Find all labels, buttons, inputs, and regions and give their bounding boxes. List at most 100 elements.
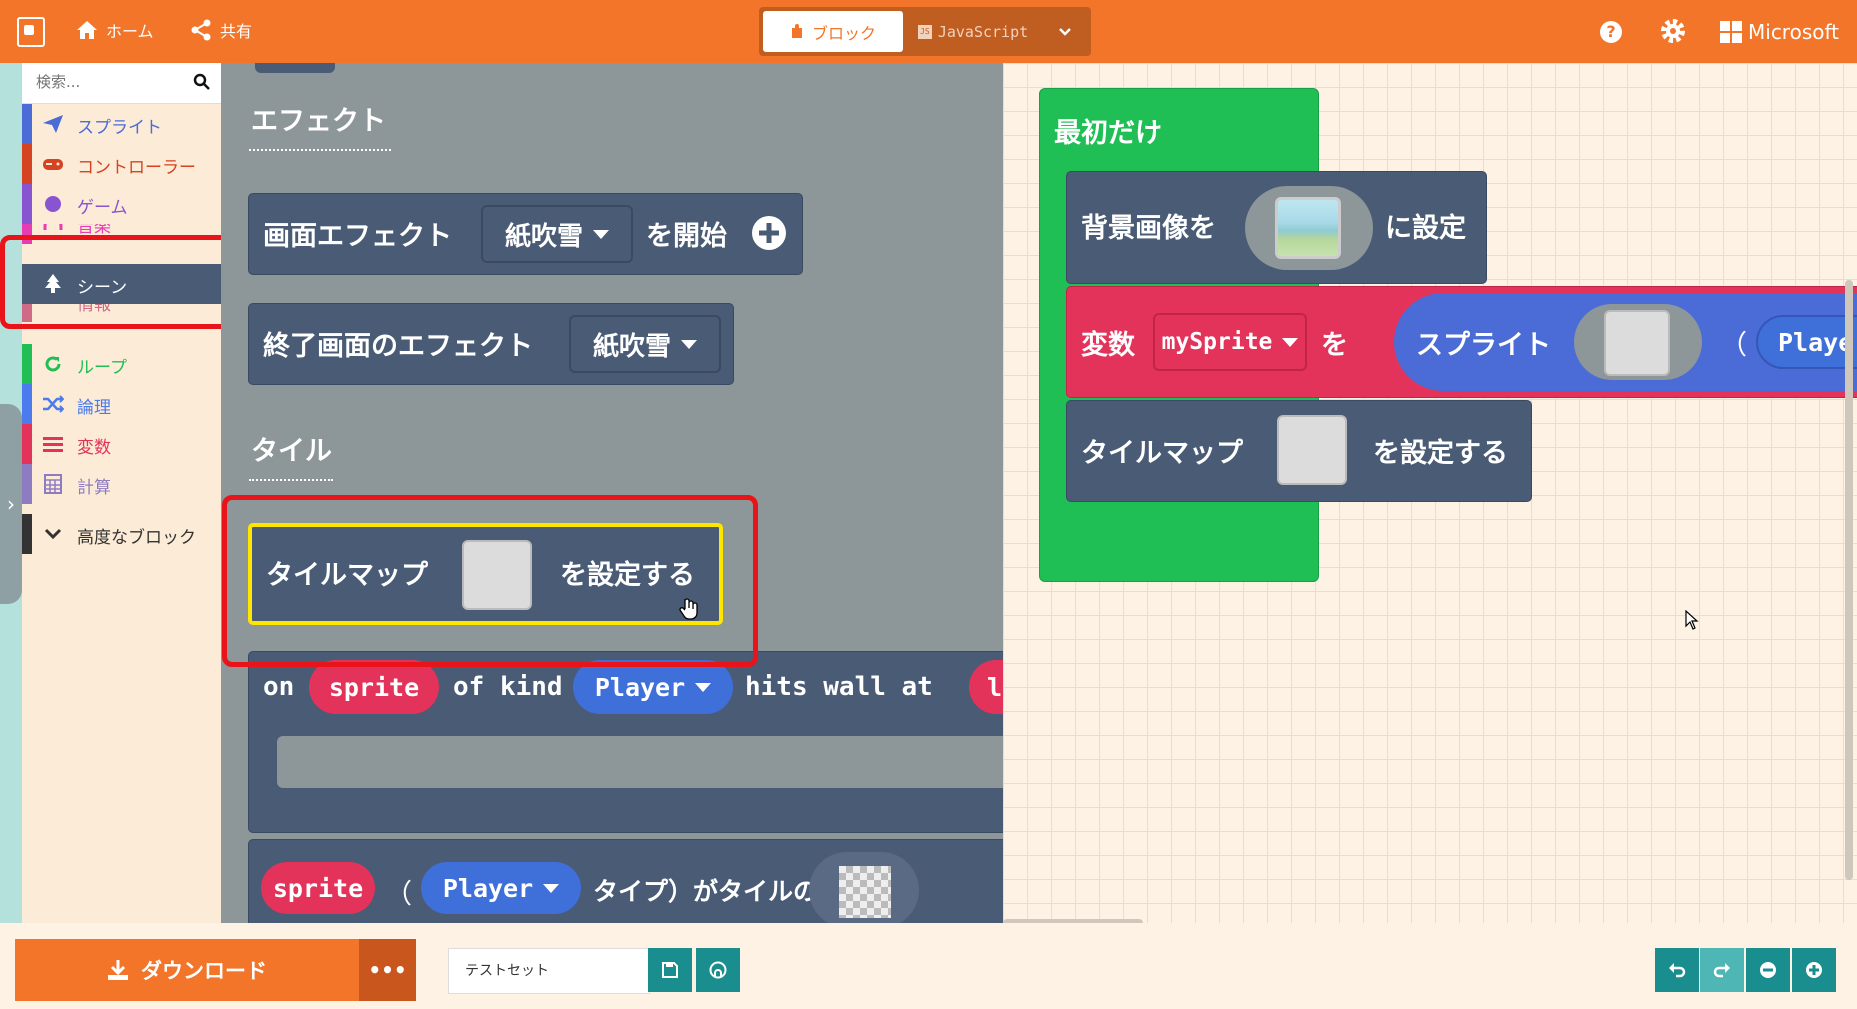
save-button[interactable] bbox=[648, 948, 692, 992]
background-image-slot[interactable] bbox=[1245, 186, 1373, 270]
effect-dropdown[interactable]: 紙吹雪 bbox=[481, 205, 633, 263]
download-icon bbox=[108, 960, 128, 980]
js-icon: JS bbox=[917, 24, 932, 39]
dropdown-arrow-icon bbox=[593, 229, 609, 239]
dropdown-arrow-icon bbox=[681, 339, 697, 349]
shuffle-icon bbox=[43, 395, 64, 413]
undo-button[interactable] bbox=[1655, 948, 1699, 992]
search-icon[interactable] bbox=[193, 73, 211, 91]
chevron-right-icon: › bbox=[7, 492, 15, 516]
chevron-down-icon bbox=[1059, 27, 1071, 36]
kind-dropdown[interactable]: Player bbox=[421, 862, 581, 914]
project-name-field bbox=[448, 948, 650, 994]
end-screen-effect-block[interactable]: 終了画面のエフェクト 紙吹雪 bbox=[248, 303, 734, 385]
help-button[interactable]: ? bbox=[1600, 21, 1622, 43]
background-image-icon bbox=[1275, 197, 1341, 259]
mouse-pointer-icon bbox=[1685, 610, 1699, 630]
refresh-icon bbox=[45, 356, 61, 372]
set-background-image-block[interactable]: 背景画像を に設定 bbox=[1066, 171, 1487, 284]
github-button[interactable] bbox=[696, 948, 740, 992]
block-flyout: エフェクト 画面エフェクト 紙吹雪 を開始 終了画面のエフェクト 紙吹雪 タイル… bbox=[221, 63, 1003, 923]
zoom-out-button[interactable] bbox=[1746, 948, 1790, 992]
vertical-scrollbar[interactable] bbox=[1845, 280, 1853, 880]
create-sprite-block[interactable]: スプライト （ Playe bbox=[1394, 293, 1857, 391]
home-button[interactable]: ホーム bbox=[76, 18, 154, 42]
set-tilemap-block-workspace[interactable]: タイルマップ を設定する bbox=[1066, 400, 1532, 502]
sprite-image-slot[interactable] bbox=[1574, 304, 1702, 380]
statement-slot bbox=[277, 736, 1003, 788]
bottom-bar: ダウンロード ••• bbox=[0, 923, 1857, 1009]
category-advanced[interactable]: 高度なブロック bbox=[22, 514, 221, 554]
kind-dropdown[interactable]: Player bbox=[573, 660, 733, 714]
redo-icon bbox=[1713, 963, 1730, 978]
app-logo[interactable] bbox=[17, 17, 45, 47]
sprite-on-tile-block[interactable]: sprite （ Player タイプ）がタイルの bbox=[248, 839, 1003, 923]
gamepad-icon bbox=[43, 159, 63, 170]
download-button[interactable]: ダウンロード bbox=[15, 939, 359, 1001]
toolbox: スプライト コントローラー ゲーム 音楽 シーン 情報 ループ 論理 変数 bbox=[22, 63, 221, 923]
home-label: ホーム bbox=[106, 22, 154, 41]
sprite-kind-dropdown[interactable]: Playe bbox=[1756, 315, 1857, 369]
chevron-down-icon bbox=[44, 528, 62, 540]
top-bar: ホーム 共有 ブロック JS JavaScript ? Microsoft bbox=[0, 0, 1857, 63]
editor-mode-toggle: ブロック JS JavaScript bbox=[759, 7, 1091, 56]
share-button[interactable]: 共有 bbox=[190, 18, 252, 42]
logo-icon bbox=[24, 25, 34, 35]
category-logic[interactable]: 論理 bbox=[22, 384, 221, 424]
zoom-out-icon bbox=[1760, 962, 1776, 978]
end-effect-dropdown[interactable]: 紙吹雪 bbox=[569, 315, 721, 373]
category-controller[interactable]: コントローラー bbox=[22, 144, 221, 184]
zoom-in-icon bbox=[1806, 962, 1822, 978]
share-label: 共有 bbox=[220, 22, 253, 41]
list-icon bbox=[43, 437, 63, 452]
microsoft-logo[interactable]: Microsoft bbox=[1720, 20, 1839, 44]
language-dropdown[interactable] bbox=[1043, 11, 1087, 52]
screen-effect-block[interactable]: 画面エフェクト 紙吹雪 を開始 bbox=[248, 193, 803, 275]
github-icon bbox=[709, 961, 727, 979]
share-icon bbox=[191, 19, 211, 41]
tiles-heading: タイル bbox=[251, 436, 332, 467]
transparent-tile-icon bbox=[839, 866, 891, 918]
javascript-mode-button[interactable]: JS JavaScript bbox=[909, 11, 1037, 52]
sprite-variable-pill[interactable]: sprite bbox=[261, 862, 375, 914]
undo-icon bbox=[1669, 963, 1686, 978]
category-game[interactable]: ゲーム bbox=[22, 184, 221, 224]
scene-category-highlight bbox=[0, 235, 238, 329]
save-icon bbox=[662, 962, 678, 978]
zoom-in-button[interactable] bbox=[1792, 948, 1836, 992]
location-variable-pill[interactable]: loc bbox=[969, 660, 1003, 714]
blocks-mode-button[interactable]: ブロック bbox=[763, 11, 903, 52]
settings-button[interactable] bbox=[1660, 18, 1686, 48]
add-circle-icon[interactable] bbox=[749, 213, 789, 253]
tilemap-block-highlight bbox=[222, 495, 758, 667]
circle-icon bbox=[45, 196, 61, 212]
variable-name-dropdown[interactable]: mySprite bbox=[1153, 313, 1307, 371]
tilemap-image-slot[interactable] bbox=[1277, 415, 1347, 485]
paper-plane-icon bbox=[43, 115, 63, 133]
dropdown-arrow-icon bbox=[1282, 337, 1299, 347]
simulator-expand-button[interactable]: › bbox=[0, 404, 22, 604]
workspace-canvas[interactable]: 最初だけ 背景画像を に設定 変数 mySprite を スプライト （ Pla… bbox=[1003, 63, 1857, 923]
more-options-button[interactable]: ••• bbox=[359, 939, 416, 1001]
gear-icon bbox=[1661, 19, 1685, 43]
home-icon bbox=[77, 21, 97, 39]
tile-image-slot[interactable] bbox=[809, 852, 919, 923]
calculator-icon bbox=[44, 474, 62, 494]
sprite-variable-pill[interactable]: sprite bbox=[309, 660, 439, 714]
redo-button[interactable] bbox=[1700, 948, 1744, 992]
set-variable-block[interactable]: 変数 mySprite を スプライト （ Playe bbox=[1066, 286, 1857, 398]
dropdown-arrow-icon bbox=[695, 682, 712, 692]
windows-icon bbox=[1720, 21, 1742, 43]
puzzle-icon bbox=[791, 23, 802, 38]
category-loops[interactable]: ループ bbox=[22, 344, 221, 384]
project-name-input[interactable] bbox=[463, 961, 637, 979]
category-math[interactable]: 計算 bbox=[22, 464, 221, 504]
toolbox-search bbox=[22, 63, 221, 104]
category-variables[interactable]: 変数 bbox=[22, 424, 221, 464]
help-icon: ? bbox=[1606, 22, 1616, 41]
category-sprites[interactable]: スプライト bbox=[22, 104, 221, 144]
dropdown-arrow-icon bbox=[543, 883, 560, 893]
effects-heading: エフェクト bbox=[251, 106, 386, 137]
on-sprite-hits-wall-block[interactable]: on sprite of kind Player hits wall at lo… bbox=[248, 651, 1003, 833]
search-input[interactable] bbox=[34, 72, 188, 92]
